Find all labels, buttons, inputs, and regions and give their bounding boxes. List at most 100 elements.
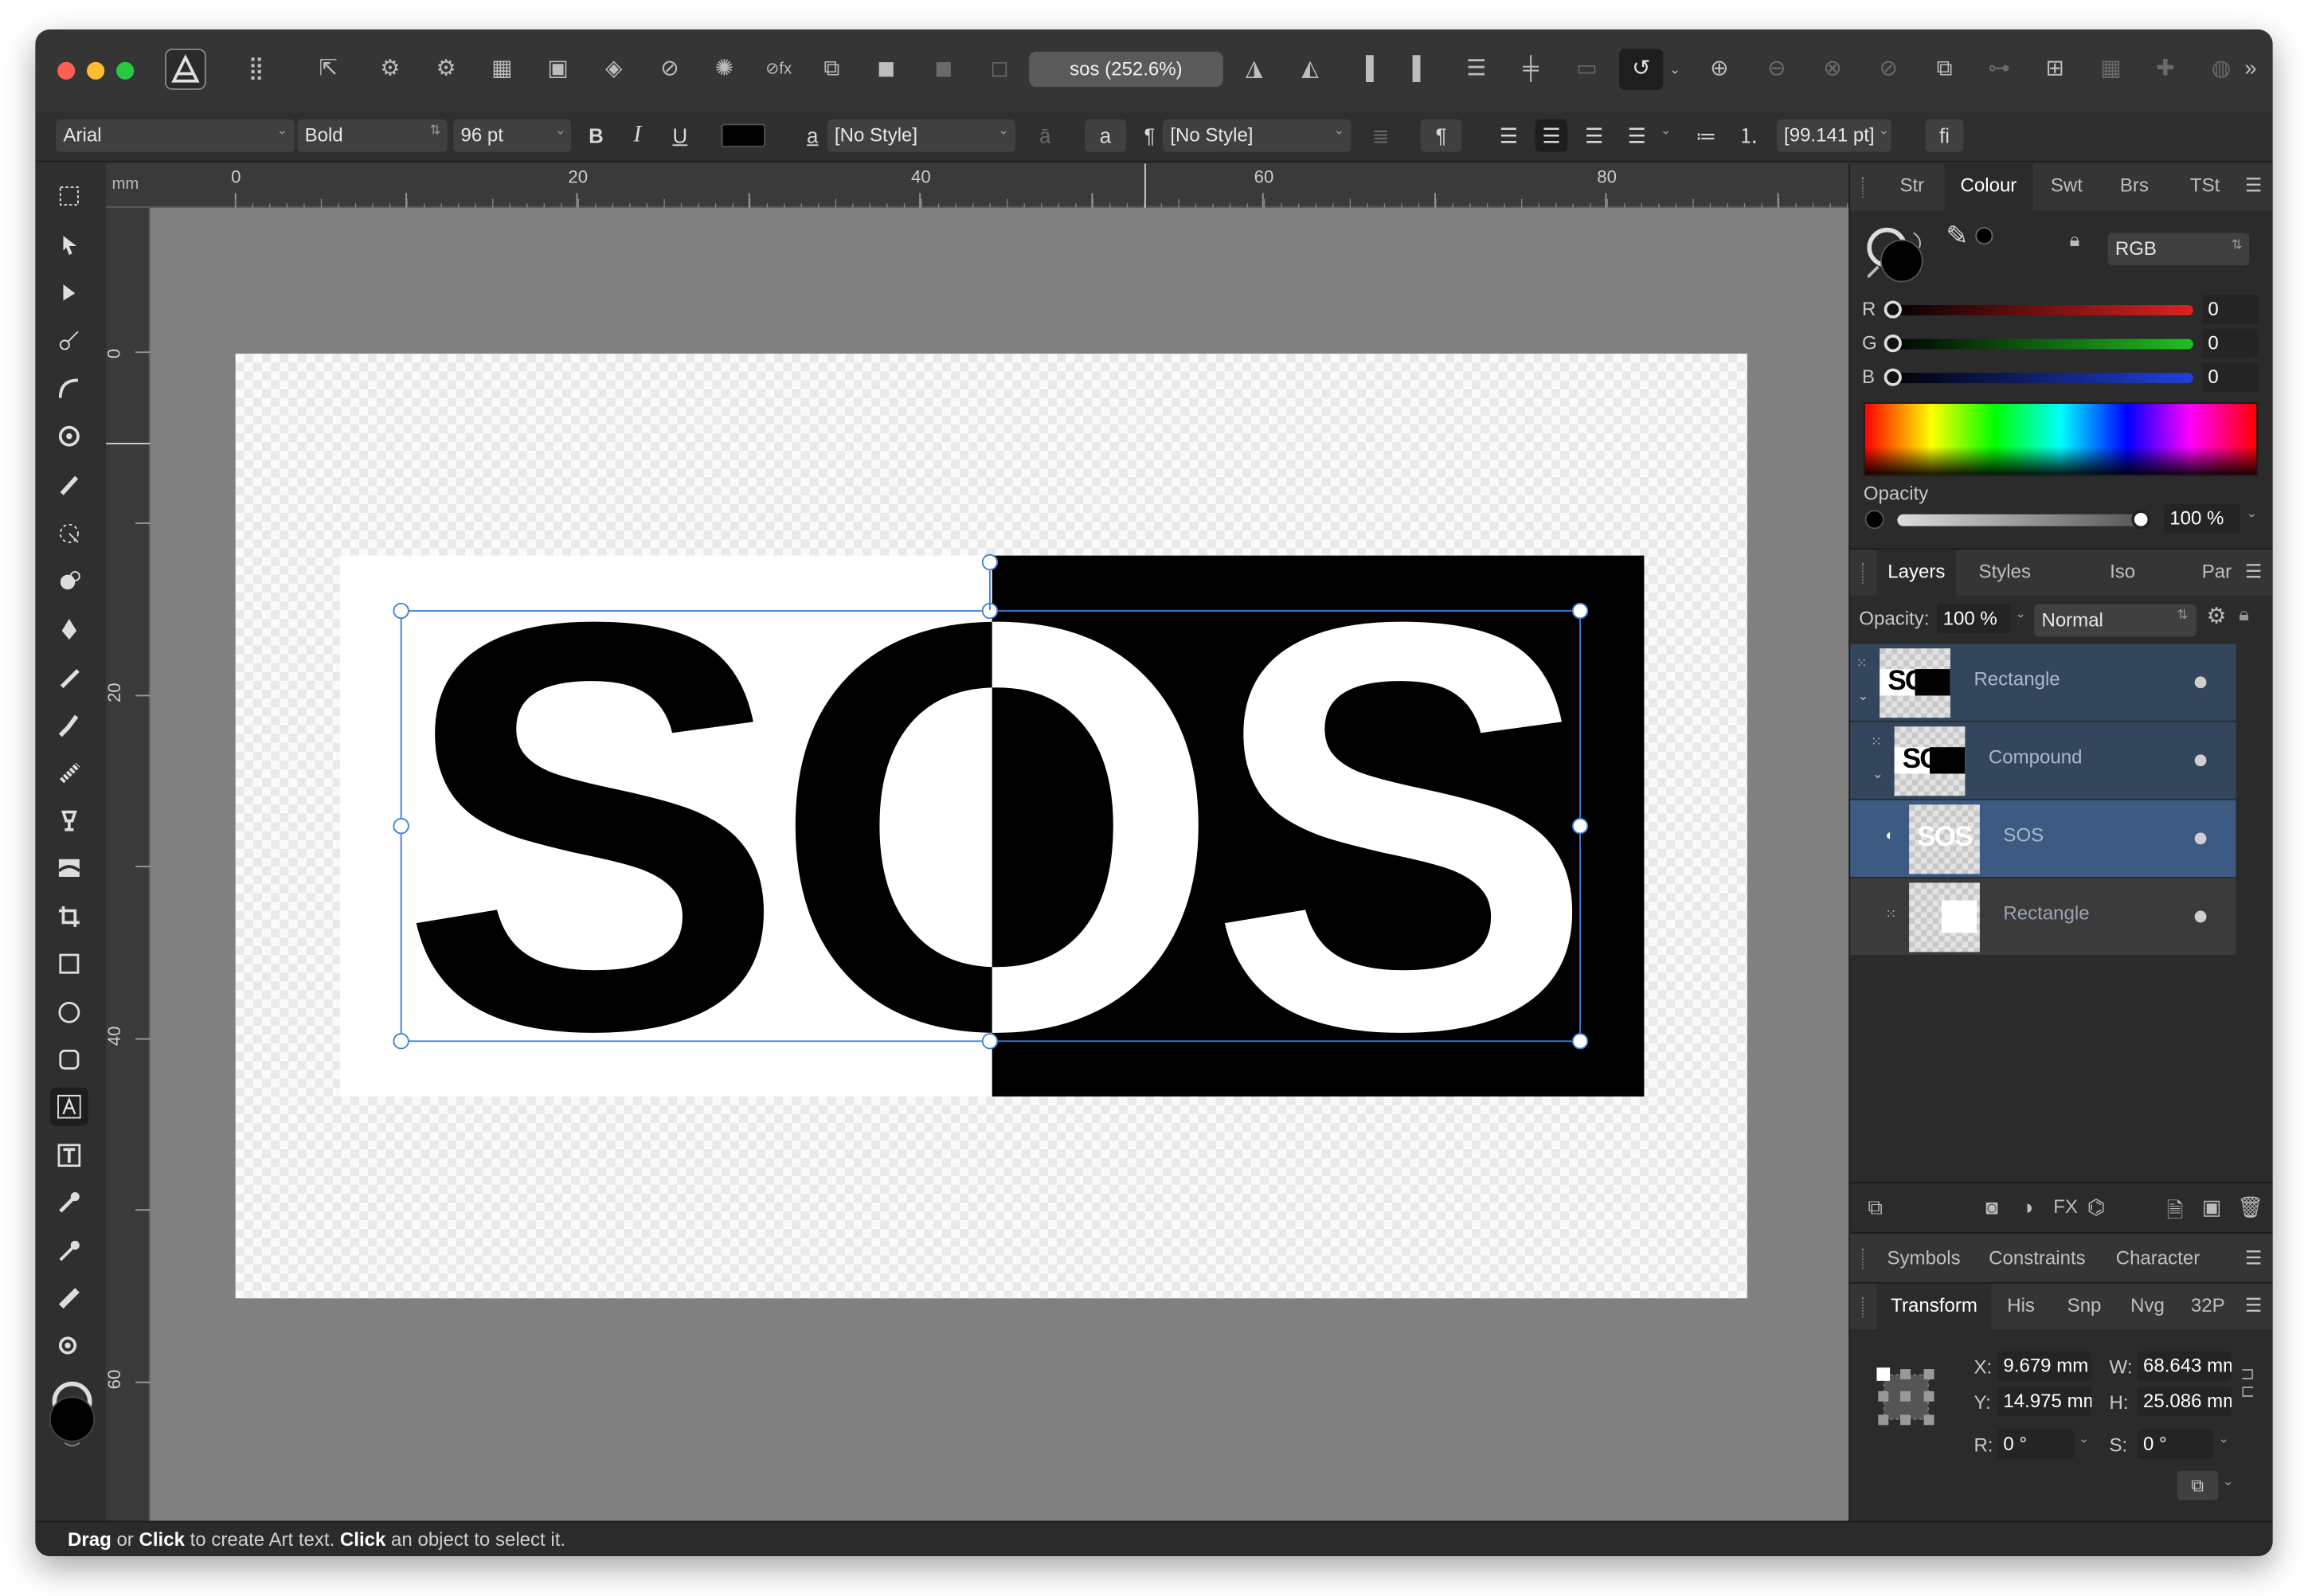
underline-button[interactable]: U (664, 119, 697, 152)
move-tool-icon[interactable]: ↺ (1619, 49, 1664, 90)
shear-input[interactable]: 0 ° (2137, 1429, 2214, 1459)
selection-handle[interactable] (1571, 817, 1589, 835)
channel-value[interactable]: 0 (2201, 295, 2259, 325)
flip-vertical-icon[interactable]: ◭ (1294, 53, 1327, 86)
align-center-icon[interactable]: ▌ (1404, 53, 1437, 86)
link-dimensions-icon[interactable]: ⊐ ⊏ (2240, 1364, 2255, 1399)
align-left-icon[interactable]: ▐ (1350, 53, 1383, 86)
rectangle-tool-icon[interactable] (50, 945, 88, 983)
rotation-handle[interactable] (981, 554, 999, 571)
opacity-slider-thumb[interactable] (2131, 510, 2151, 530)
snap-objects-icon[interactable]: ✺ (708, 53, 741, 86)
w-input[interactable]: 68.643 mm (2137, 1351, 2232, 1381)
chevron-down-icon[interactable]: ⌄ (2079, 1431, 2090, 1447)
vector-brush-icon[interactable] (50, 706, 88, 744)
snapping-icon[interactable]: ▦ (486, 53, 518, 86)
export-persona-icon[interactable]: ⇱ (312, 53, 345, 86)
channel-slider-thumb[interactable] (1884, 368, 1902, 386)
fx-toggle-icon[interactable]: ⊘fx (762, 53, 795, 86)
rotation-input[interactable]: 0 ° (1997, 1429, 2075, 1459)
layer-row[interactable]: ⁙ Rectangle (1850, 878, 2236, 956)
panel-menu-icon[interactable]: ☰ (2239, 1234, 2268, 1284)
adjustment-icon[interactable]: ◑ (2021, 1195, 2034, 1219)
eyedropper-icon[interactable]: ✎ (1946, 221, 1968, 252)
tab-snapshots[interactable]: Snp (2056, 1284, 2112, 1328)
y-input[interactable]: 14.975 mm (1997, 1387, 2092, 1417)
character-style-options-icon[interactable]: ā (1029, 119, 1062, 152)
crop-tool-icon[interactable] (50, 898, 88, 936)
selection-handle[interactable] (981, 1033, 999, 1050)
tab-text-styles[interactable]: TSt (2176, 163, 2235, 208)
combine-icon[interactable]: ⊶ (1983, 53, 2016, 86)
stroke-fill-swatch-icon[interactable] (47, 1378, 97, 1452)
move-tool-dropdown-icon[interactable]: ⌄ (1666, 53, 1684, 86)
paragraph-style-options-icon[interactable]: ≣ (1364, 119, 1397, 152)
selection-box[interactable] (400, 610, 1581, 1042)
chevron-down-icon[interactable]: ⌄ (1661, 123, 1672, 139)
xor-icon[interactable]: ⊘ (1872, 53, 1905, 86)
subtract-icon[interactable]: ⊖ (1760, 53, 1793, 86)
insert-inside-icon[interactable]: ⊞ (2039, 53, 2071, 86)
leading-input[interactable]: [99.141 pt] (1776, 119, 1891, 152)
bullet-list-icon[interactable]: ≔ (1690, 119, 1723, 152)
channel-slider[interactable] (1887, 373, 2193, 384)
arrange-back-icon[interactable]: ◼ (927, 53, 960, 86)
minimize-window-button[interactable] (87, 61, 105, 80)
lock-icon[interactable]: 🔒︎ (2239, 603, 2249, 627)
divide-icon[interactable]: ⧉ (1928, 53, 1961, 86)
shape-builder-icon[interactable] (50, 561, 88, 600)
tab-transform[interactable]: Transform (1876, 1283, 1992, 1331)
ellipse-tool-icon[interactable] (50, 993, 88, 1031)
visibility-dot[interactable] (2194, 910, 2207, 923)
frame-text-tool-icon[interactable] (50, 1136, 88, 1175)
channel-slider-thumb[interactable] (1884, 334, 1902, 353)
visibility-dot[interactable] (2194, 832, 2207, 845)
visibility-dot[interactable] (2194, 676, 2207, 689)
fx-icon[interactable]: FX (2053, 1195, 2078, 1218)
chevron-down-icon[interactable]: ⌄ (2223, 1473, 2234, 1489)
align-center-text-icon[interactable]: ☰ (1535, 119, 1568, 152)
fill-tool-icon[interactable] (50, 514, 88, 553)
transparency-tool-icon[interactable] (50, 849, 88, 887)
align-right-icon[interactable]: ☰ (1460, 53, 1492, 86)
flip-horizontal-icon[interactable]: ◮ (1238, 53, 1270, 86)
node-tool-icon[interactable] (50, 274, 88, 312)
zoom-window-button[interactable] (116, 61, 135, 80)
ligature-button[interactable]: fi (1925, 119, 1964, 152)
preferences-icon[interactable]: ⚙ (430, 53, 463, 86)
layer-mode-icon[interactable]: ⧉ (1868, 1195, 1882, 1220)
document-setup-icon[interactable]: ⚙ (374, 53, 406, 86)
tab-colour[interactable]: Colour (1944, 163, 2033, 211)
rotate-icon[interactable]: ✚ (2149, 53, 2181, 86)
opacity-value[interactable]: 100 % (2163, 503, 2240, 534)
channel-slider[interactable] (1887, 338, 2193, 350)
panel-menu-icon[interactable]: ☰ (2239, 1284, 2268, 1328)
new-character-style-button[interactable]: a (1085, 119, 1126, 152)
selection-handle[interactable] (1571, 1033, 1589, 1050)
channel-slider[interactable] (1887, 305, 2193, 315)
panel-menu-icon[interactable]: ☰ (2239, 163, 2268, 208)
tab-symbols[interactable]: Symbols (1880, 1234, 1968, 1284)
gear-icon[interactable]: ⚙ (2206, 603, 2226, 629)
channel-value[interactable]: 0 (2201, 362, 2259, 393)
anchor-selector[interactable] (1876, 1366, 1938, 1428)
grid-persona-icon[interactable]: ⣿ (240, 53, 272, 86)
tab-stroke[interactable]: Str (1883, 163, 1942, 208)
point-transform-icon[interactable] (50, 417, 88, 456)
color-picker-tool-icon[interactable] (50, 1183, 88, 1222)
intersect-icon[interactable]: ⊗ (1817, 53, 1849, 86)
font-size-input[interactable]: 96 pt (453, 119, 572, 152)
tab-paragraph[interactable]: Par (2195, 550, 2239, 594)
zoom-tool-icon[interactable] (50, 1328, 88, 1366)
chevron-down-icon[interactable]: ⌄ (2218, 1431, 2229, 1447)
blend-mode-select[interactable]: Normal (2034, 604, 2197, 637)
selection-handle[interactable] (393, 817, 409, 835)
measure-tool-icon[interactable] (50, 1279, 88, 1317)
transform-options-icon[interactable]: ⧉ (2177, 1470, 2219, 1500)
close-window-button[interactable] (57, 61, 76, 80)
tab-32-bit-preview[interactable]: 32P (2183, 1284, 2233, 1328)
live-filter-icon[interactable]: ⌬ (2087, 1195, 2106, 1220)
tab-brushes[interactable]: Brs (2105, 163, 2164, 208)
guides-icon[interactable]: ▦ (2095, 53, 2127, 86)
new-paragraph-style-button[interactable]: ¶ (1420, 119, 1462, 152)
